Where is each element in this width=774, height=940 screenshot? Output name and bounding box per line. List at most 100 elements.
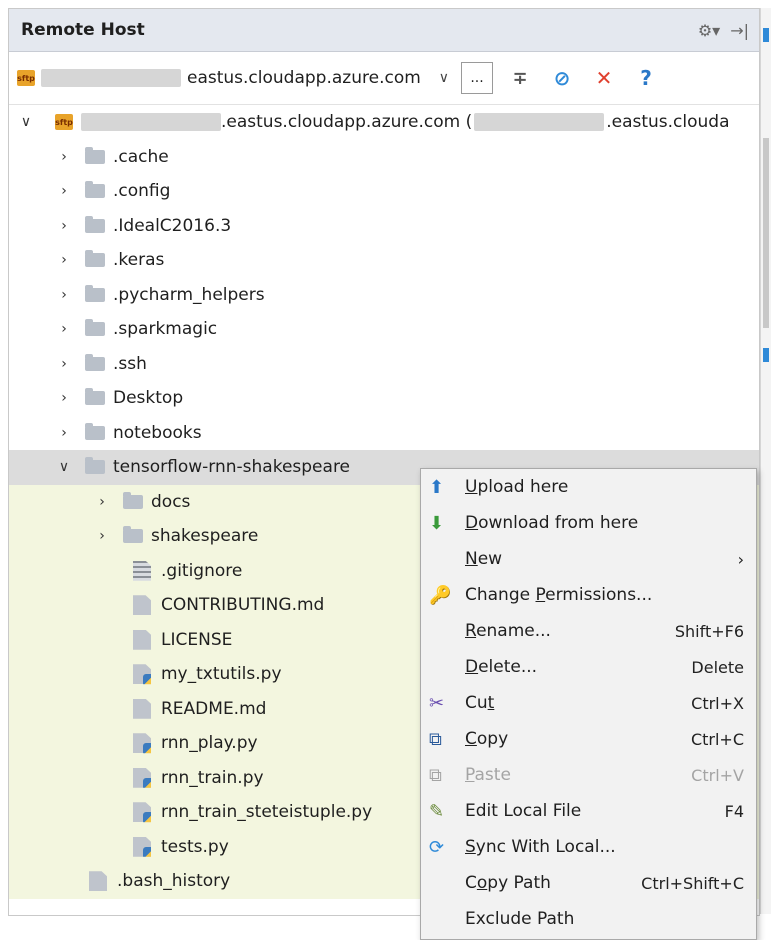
menu-item-upload[interactable]: ⬆ Upload here [421,469,756,505]
tree-root-label-tail: .eastus.clouda [606,112,730,133]
sync-toggle-icon[interactable]: ⊘ [547,63,577,93]
unknown-file-icon [133,595,151,616]
chevron-right-icon[interactable]: › [57,183,71,199]
folder-icon [85,215,105,233]
menu-item-copy[interactable]: ⧉ Copy Ctrl+C [421,721,756,757]
tree-folder[interactable]: › .IdealC2016.3 [9,209,759,244]
help-icon[interactable]: ? [631,63,661,93]
folder-label: docs [151,491,191,512]
toolbar: sftp eastus.cloudapp.azure.com ∨ ... ∓ ⊘… [9,52,759,105]
menu-item-delete[interactable]: Delete... Delete [421,649,756,685]
chevron-down-icon[interactable]: ∨ [439,70,449,86]
chevron-right-icon[interactable]: › [95,528,109,544]
host-suffix: eastus.cloudapp.azure.com [187,68,421,88]
tree-folder[interactable]: › .config [9,174,759,209]
collapse-all-icon[interactable]: ∓ [505,63,535,93]
chevron-right-icon[interactable]: › [95,494,109,510]
folder-icon [85,181,105,199]
menu-item-change-permissions[interactable]: 🔑 Change Permissions... [421,577,756,613]
shortcut-label: F4 [724,801,744,821]
folder-label: .sparkmagic [113,319,218,340]
tree-folder[interactable]: › .sparkmagic [9,312,759,347]
menu-item-download[interactable]: ⬇ Download from here [421,505,756,541]
python-file-icon [133,733,151,754]
folder-label: .pycharm_helpers [113,284,265,305]
shortcut-label: Ctrl+Shift+C [641,873,744,893]
tree-folder[interactable]: › .keras [9,243,759,278]
hide-panel-icon[interactable]: →| [730,21,749,40]
tree-root-label: .eastus.cloudapp.azure.com ( [221,112,473,133]
host-select[interactable]: sftp eastus.cloudapp.azure.com ∨ [17,68,449,88]
redacted-hostname [41,69,181,87]
download-icon: ⬇ [429,512,445,534]
unknown-file-icon [133,698,151,719]
chevron-right-icon[interactable]: › [57,149,71,165]
tree-folder[interactable]: › .cache [9,140,759,175]
folder-icon [123,491,143,509]
paste-icon: ⧉ [429,764,442,786]
file-label: my_txtutils.py [161,664,282,685]
menu-item-sync-with-local[interactable]: ⟳ Sync With Local... [421,829,756,865]
chevron-right-icon[interactable]: › [57,356,71,372]
tree-folder[interactable]: › .pycharm_helpers [9,278,759,313]
menu-item-rename[interactable]: Rename... Shift+F6 [421,613,756,649]
panel-title: Remote Host [21,20,145,40]
tree-folder[interactable]: › Desktop [9,381,759,416]
python-file-icon [133,767,151,788]
sftp-icon: sftp [17,70,35,86]
folder-icon [85,457,105,475]
side-scrollbar[interactable] [760,8,771,914]
chevron-down-icon[interactable]: ∨ [57,459,71,475]
python-file-icon [133,802,151,823]
chevron-right-icon[interactable]: › [57,321,71,337]
menu-item-new[interactable]: New › [421,541,756,577]
key-icon: 🔑 [429,584,452,606]
side-tab-marker[interactable] [763,28,769,42]
unknown-file-icon [133,629,151,650]
folder-icon [123,526,143,544]
upload-icon: ⬆ [429,476,445,498]
settings-gear-icon[interactable]: ⚙▾ [698,21,720,40]
top-folder-list: › .cache › .config › .IdealC2016.3 › .keras › .py… [9,140,759,451]
chevron-right-icon[interactable]: › [57,425,71,441]
shortcut-label: Delete [691,657,744,677]
file-label: rnn_play.py [161,733,258,754]
folder-icon [85,284,105,302]
menu-item-edit-local-file[interactable]: ✎ Edit Local File F4 [421,793,756,829]
shortcut-label: Ctrl+C [690,729,744,749]
scroll-thumb[interactable] [763,138,769,328]
shortcut-label: Ctrl+X [691,693,744,713]
folder-label: Desktop [113,388,184,409]
folder-label: notebooks [113,422,202,443]
folder-icon [85,319,105,337]
file-label: .gitignore [161,560,243,581]
context-menu: ⬆ Upload here ⬇ Download from here New ›… [420,468,757,940]
folder-label: tensorflow-rnn-shakespeare [113,457,351,478]
close-icon[interactable]: ✕ [589,63,619,93]
panel-header: Remote Host ⚙▾ →| [9,9,759,52]
menu-item-copy-path[interactable]: Copy Path Ctrl+Shift+C [421,865,756,901]
folder-label: .IdealC2016.3 [113,215,232,236]
more-button[interactable]: ... [461,62,494,94]
menu-item-cut[interactable]: ✂ Cut Ctrl+X [421,685,756,721]
chevron-right-icon[interactable]: › [57,287,71,303]
tree-folder[interactable]: › notebooks [9,416,759,451]
python-file-icon [133,664,151,685]
chevron-down-icon[interactable]: ∨ [19,114,33,130]
file-label: LICENSE [161,629,233,650]
file-label: rnn_train.py [161,767,264,788]
scissors-icon: ✂ [429,692,445,714]
file-label: README.md [161,698,267,719]
folder-label: .cache [113,146,169,167]
folder-icon [85,388,105,406]
file-label: tests.py [161,836,229,857]
chevron-right-icon[interactable]: › [57,390,71,406]
tree-folder[interactable]: › .ssh [9,347,759,382]
side-tab-marker[interactable] [763,348,769,362]
file-label: .bash_history [117,871,231,892]
redacted-hostname [81,113,221,132]
chevron-right-icon[interactable]: › [57,252,71,268]
chevron-right-icon[interactable]: › [57,218,71,234]
tree-root[interactable]: ∨ sftp .eastus.cloudapp.azure.com ( .eas… [9,105,759,140]
unknown-file-icon [89,871,107,892]
